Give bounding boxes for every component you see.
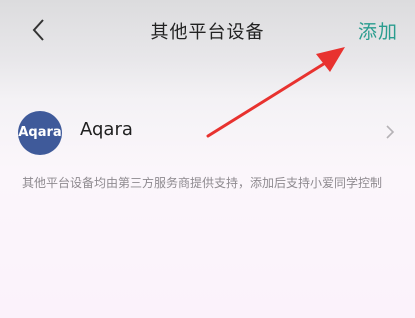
aqara-logo: Aqara [18,111,62,155]
page-title: 其他平台设备 [150,22,265,43]
info-note: 其他平台设备均由第三方服务商提供支持，添加后支持小爱同学控制 [22,176,383,190]
device-item-aqara[interactable]: Aqara Aqara [0,98,415,164]
add-button[interactable]: 添加 [358,17,398,44]
chevron-right-icon [386,125,395,139]
device-name: Aqara [80,119,133,140]
nav-bar: 其他平台设备 添加 [0,0,415,62]
